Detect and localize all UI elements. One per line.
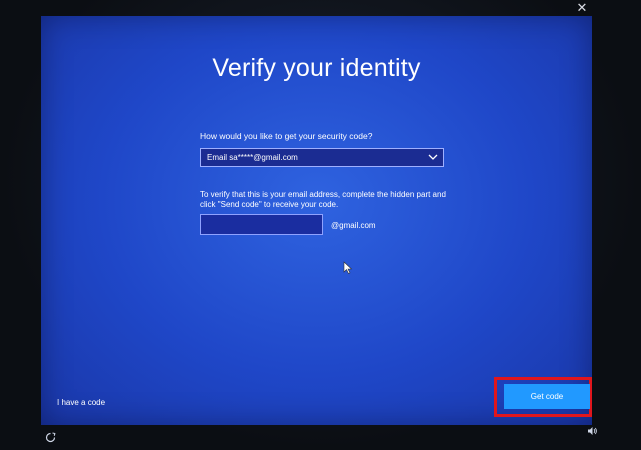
code-method-dropdown[interactable]: Email sa*****@gmail.com: [200, 148, 444, 167]
verify-instructions: To verify that this is your email addres…: [200, 190, 446, 209]
oobe-screen: Verify your identity How would you like …: [41, 16, 592, 425]
mouse-pointer-icon: [343, 261, 353, 274]
volume-icon[interactable]: [587, 426, 598, 436]
ease-of-access-icon[interactable]: [45, 432, 56, 443]
code-method-selected: Email sa*****@gmail.com: [207, 153, 298, 162]
get-code-button[interactable]: Get code: [504, 384, 590, 409]
email-domain-suffix: @gmail.com: [331, 221, 376, 230]
i-have-a-code-link[interactable]: I have a code: [57, 398, 105, 407]
email-hidden-part-input[interactable]: [200, 214, 323, 235]
security-code-question: How would you like to get your security …: [200, 131, 373, 141]
page-title: Verify your identity: [212, 54, 421, 82]
chevron-down-icon: [428, 154, 438, 160]
close-icon[interactable]: ✕: [572, 0, 592, 16]
